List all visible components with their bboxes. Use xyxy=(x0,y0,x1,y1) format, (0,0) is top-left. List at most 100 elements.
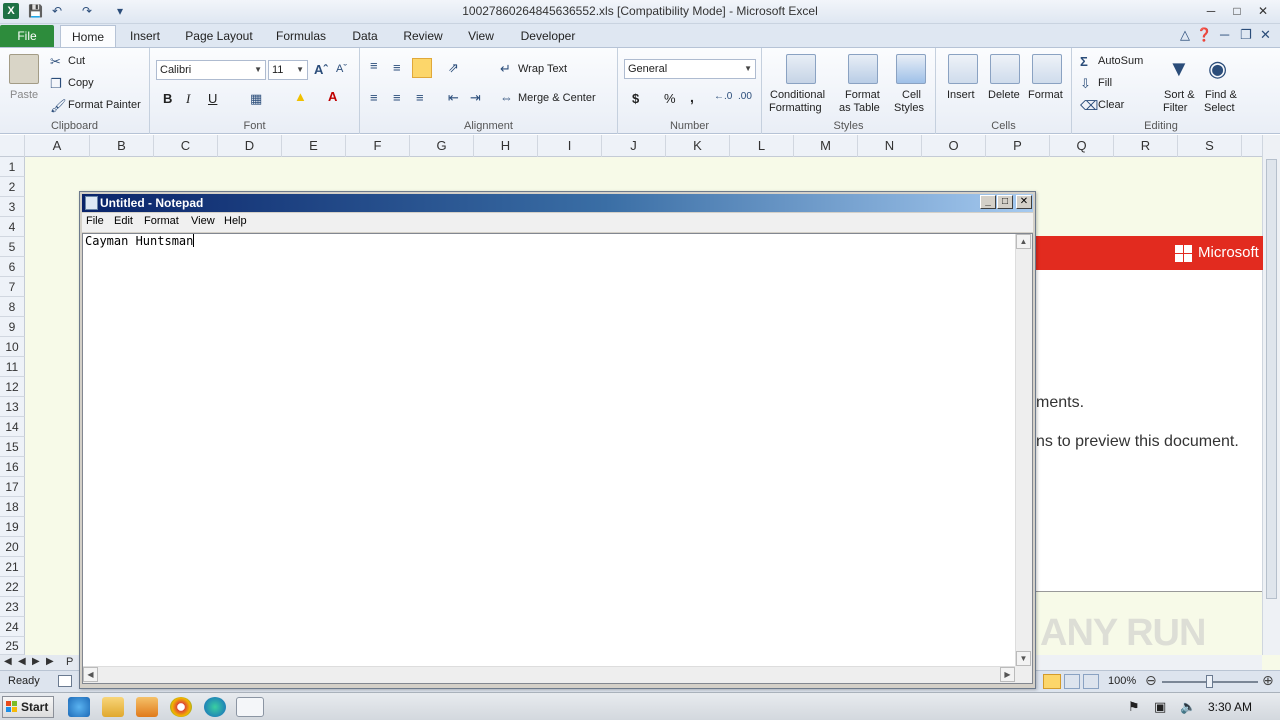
sheet-tab-navigation[interactable]: ◀ ◀ ▶ ▶ P xyxy=(0,655,80,670)
system-clock[interactable]: 3:30 AM xyxy=(1208,700,1252,714)
column-header[interactable]: H xyxy=(474,135,538,157)
merge-center-icon[interactable]: ⇔ xyxy=(500,90,513,105)
notepad-close-button[interactable]: ✕ xyxy=(1016,195,1032,209)
row-header[interactable]: 4 xyxy=(0,217,25,237)
row-header[interactable]: 3 xyxy=(0,197,25,217)
help-icon[interactable]: ❓ xyxy=(1196,27,1212,43)
doc-restore-icon[interactable]: ❐ xyxy=(1240,27,1252,43)
wrap-text-icon[interactable]: ↵ xyxy=(500,61,511,77)
cell-styles-button[interactable]: Cell xyxy=(902,89,921,101)
grow-font-icon[interactable]: Aˆ xyxy=(314,62,328,77)
resize-grip[interactable] xyxy=(1015,666,1032,683)
tab-view[interactable]: View xyxy=(462,25,500,48)
align-top-icon[interactable]: ≡ xyxy=(370,58,378,73)
autosum-button[interactable]: AutoSum xyxy=(1098,55,1143,67)
network-icon[interactable]: ▣ xyxy=(1154,699,1166,715)
zoom-out-icon[interactable]: ⊖ xyxy=(1145,672,1157,689)
page-layout-view-button[interactable] xyxy=(1064,674,1080,689)
tab-page-layout[interactable]: Page Layout xyxy=(182,25,256,48)
row-header[interactable]: 15 xyxy=(0,437,25,457)
font-color-icon[interactable]: A xyxy=(328,89,337,104)
scroll-right-icon[interactable]: ▶ xyxy=(1000,667,1015,682)
cell-styles-icon[interactable] xyxy=(896,54,926,84)
tab-file[interactable]: File xyxy=(0,25,54,48)
delete-cells-button[interactable]: Delete xyxy=(988,89,1020,101)
fill-button[interactable]: Fill xyxy=(1098,77,1112,89)
page-break-view-button[interactable] xyxy=(1083,674,1099,689)
minimize-button[interactable]: ─ xyxy=(1200,2,1222,20)
format-cells-button[interactable]: Format xyxy=(1028,89,1063,101)
tab-insert[interactable]: Insert xyxy=(124,25,166,48)
row-header[interactable]: 25 xyxy=(0,637,25,655)
row-header[interactable]: 6 xyxy=(0,257,25,277)
notepad-maximize-button[interactable]: □ xyxy=(997,195,1013,209)
start-button[interactable]: Start xyxy=(2,696,54,718)
row-header[interactable]: 1 xyxy=(0,157,25,177)
row-header[interactable]: 22 xyxy=(0,577,25,597)
tab-data[interactable]: Data xyxy=(346,25,384,48)
column-header[interactable]: L xyxy=(730,135,794,157)
scroll-down-icon[interactable]: ▼ xyxy=(1016,651,1031,666)
scroll-left-icon[interactable]: ◀ xyxy=(83,667,98,682)
row-header[interactable]: 16 xyxy=(0,457,25,477)
font-size-select[interactable]: 11 ▼ xyxy=(268,60,308,80)
column-header[interactable]: J xyxy=(602,135,666,157)
doc-close-icon[interactable]: ✕ xyxy=(1260,27,1271,43)
internet-explorer-icon[interactable] xyxy=(68,697,90,717)
menu-edit[interactable]: Edit xyxy=(114,215,133,227)
conditional-formatting-button-2[interactable]: Formatting xyxy=(769,102,822,114)
decrease-indent-icon[interactable]: ⇤ xyxy=(448,90,459,106)
orientation-icon[interactable]: ⇗ xyxy=(448,60,459,76)
row-header[interactable]: 11 xyxy=(0,357,25,377)
row-header[interactable]: 20 xyxy=(0,537,25,557)
column-header[interactable]: P xyxy=(986,135,1050,157)
format-painter-icon[interactable]: 🖌 xyxy=(50,98,67,114)
sort-filter-icon[interactable]: ▼ xyxy=(1168,56,1190,82)
wrap-text-button[interactable]: Wrap Text xyxy=(518,63,567,75)
row-header[interactable]: 5 xyxy=(0,237,25,257)
format-as-table-icon[interactable] xyxy=(848,54,878,84)
chrome-icon[interactable] xyxy=(170,697,192,717)
row-header[interactable]: 23 xyxy=(0,597,25,617)
row-header[interactable]: 19 xyxy=(0,517,25,537)
last-sheet-icon[interactable]: ▶ xyxy=(46,656,54,667)
horizontal-scrollbar[interactable] xyxy=(1035,655,1262,670)
cell-styles-button-2[interactable]: Styles xyxy=(894,102,924,114)
edge-icon[interactable] xyxy=(204,697,226,717)
column-header[interactable]: E xyxy=(282,135,346,157)
prev-sheet-icon[interactable]: ◀ xyxy=(18,656,26,667)
column-header[interactable]: A xyxy=(25,135,90,157)
copy-icon[interactable]: ❐ xyxy=(50,76,62,92)
notepad-horizontal-scrollbar[interactable]: ◀ ▶ xyxy=(83,666,1015,683)
scroll-thumb[interactable] xyxy=(1266,159,1277,599)
format-as-table-button[interactable]: Format xyxy=(845,89,880,101)
row-header[interactable]: 10 xyxy=(0,337,25,357)
vertical-scrollbar[interactable] xyxy=(1262,135,1280,655)
tab-formulas[interactable]: Formulas xyxy=(272,25,330,48)
align-middle-icon[interactable]: ≡ xyxy=(393,60,401,75)
menu-format[interactable]: Format xyxy=(144,215,179,227)
scroll-up-icon[interactable]: ▲ xyxy=(1016,234,1031,249)
conditional-formatting-icon[interactable] xyxy=(786,54,816,84)
row-header[interactable]: 7 xyxy=(0,277,25,297)
decrease-decimal-icon[interactable]: .00 xyxy=(738,91,752,102)
column-header[interactable]: C xyxy=(154,135,218,157)
sheet-tab[interactable]: P xyxy=(66,656,73,668)
row-header[interactable]: 8 xyxy=(0,297,25,317)
close-button[interactable]: ✕ xyxy=(1252,2,1274,20)
doc-minimize-icon[interactable]: ─ xyxy=(1220,27,1229,42)
row-header[interactable]: 12 xyxy=(0,377,25,397)
column-header[interactable]: M xyxy=(794,135,858,157)
zoom-in-icon[interactable]: ⊕ xyxy=(1262,672,1274,689)
file-explorer-icon[interactable] xyxy=(102,697,124,717)
menu-help[interactable]: Help xyxy=(224,215,247,227)
clear-icon[interactable]: ⌫ xyxy=(1080,98,1098,114)
underline-button[interactable]: U xyxy=(208,91,217,106)
column-header[interactable]: B xyxy=(90,135,154,157)
next-sheet-icon[interactable]: ▶ xyxy=(32,656,40,667)
notepad-title-bar[interactable]: Untitled - Notepad _ □ ✕ xyxy=(82,194,1033,212)
menu-view[interactable]: View xyxy=(191,215,215,227)
media-player-icon[interactable] xyxy=(136,697,158,717)
shrink-font-icon[interactable]: Aˇ xyxy=(336,63,347,75)
menu-file[interactable]: File xyxy=(86,215,104,227)
